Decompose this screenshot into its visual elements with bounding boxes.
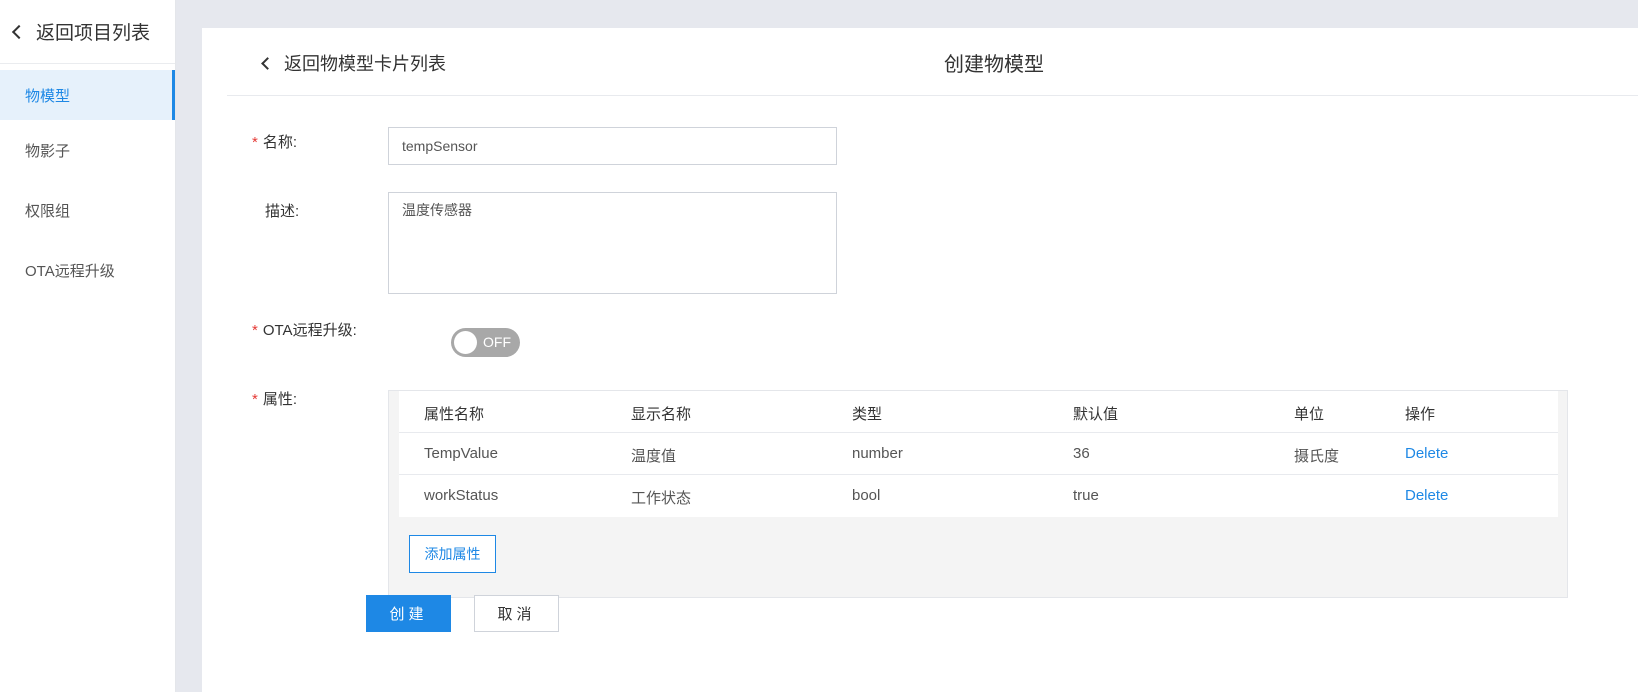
name-input[interactable] — [388, 127, 837, 165]
sidebar-item-label: 物影子 — [25, 142, 71, 160]
name-label: * 名称: — [252, 134, 298, 151]
sidebar: 返回项目列表 物模型 物影子 权限组 OTA远程升级 — [0, 0, 176, 692]
required-mark: * — [252, 322, 258, 339]
cancel-button[interactable]: 取消 — [474, 595, 559, 632]
sidebar-item-label: OTA远程升级 — [25, 262, 115, 280]
properties-table: 属性名称 显示名称 类型 默认值 单位 操作 TempValue 温度值 num… — [399, 391, 1558, 517]
create-button[interactable]: 创建 — [366, 595, 451, 632]
column-header: 单位 — [1294, 406, 1325, 423]
ota-toggle[interactable]: OFF — [451, 328, 520, 357]
delete-link[interactable]: Delete — [1405, 445, 1448, 462]
column-header: 属性名称 — [424, 406, 485, 423]
toggle-knob — [454, 331, 477, 354]
cell-display-name: 温度值 — [631, 448, 677, 465]
table-row: workStatus 工作状态 bool true Delete — [399, 475, 1558, 517]
cell-default: true — [1073, 487, 1099, 504]
cell-unit: 摄氏度 — [1294, 448, 1340, 465]
chevron-left-icon — [261, 56, 274, 70]
sidebar-item-label: 物模型 — [25, 87, 71, 105]
back-to-card-list[interactable]: 返回物模型卡片列表 — [259, 50, 446, 76]
properties-panel: 属性名称 显示名称 类型 默认值 单位 操作 TempValue 温度值 num… — [388, 390, 1568, 598]
main-panel: 返回物模型卡片列表 创建物模型 *名称: 描述: 温度传感器 *OTA远程升级:… — [202, 28, 1638, 692]
required-mark: * — [252, 391, 258, 408]
sidebar-item-ota[interactable]: OTA远程升级 — [0, 240, 175, 300]
page-title: 创建物模型 — [944, 54, 1044, 76]
table-header-row: 属性名称 显示名称 类型 默认值 单位 操作 — [399, 391, 1558, 433]
column-header: 类型 — [852, 406, 883, 423]
cell-prop-name: workStatus — [424, 487, 499, 504]
ota-label: * OTA远程升级: — [252, 322, 357, 339]
back-to-project-list[interactable]: 返回项目列表 — [0, 0, 175, 64]
sidebar-item-permission-group[interactable]: 权限组 — [0, 180, 175, 240]
sidebar-item-thing-model[interactable]: 物模型 — [0, 70, 175, 120]
description-textarea[interactable]: 温度传感器 — [388, 192, 837, 294]
panel-header: 返回物模型卡片列表 创建物模型 — [227, 28, 1638, 96]
cell-prop-name: TempValue — [424, 445, 498, 462]
cell-type: number — [852, 445, 903, 462]
desc-label: 描述: — [265, 203, 300, 220]
cell-default: 36 — [1073, 445, 1090, 462]
delete-link[interactable]: Delete — [1405, 487, 1448, 504]
toggle-state-label: OFF — [483, 334, 511, 350]
sidebar-item-shadow[interactable]: 物影子 — [0, 120, 175, 180]
column-header: 操作 — [1405, 406, 1436, 423]
column-header: 默认值 — [1073, 406, 1119, 423]
table-row: TempValue 温度值 number 36 摄氏度 Delete — [399, 433, 1558, 475]
sidebar-item-label: 权限组 — [25, 202, 71, 220]
back-to-card-list-label: 返回物模型卡片列表 — [284, 54, 446, 74]
back-to-project-list-label: 返回项目列表 — [36, 23, 151, 44]
top-band — [176, 0, 1638, 28]
add-property-button[interactable]: 添加属性 — [409, 535, 496, 573]
cell-type: bool — [852, 487, 881, 504]
chevron-left-icon — [11, 24, 27, 39]
required-mark: * — [252, 134, 258, 151]
column-header: 显示名称 — [631, 406, 692, 423]
props-label: * 属性: — [252, 391, 298, 408]
cell-display-name: 工作状态 — [631, 490, 692, 507]
